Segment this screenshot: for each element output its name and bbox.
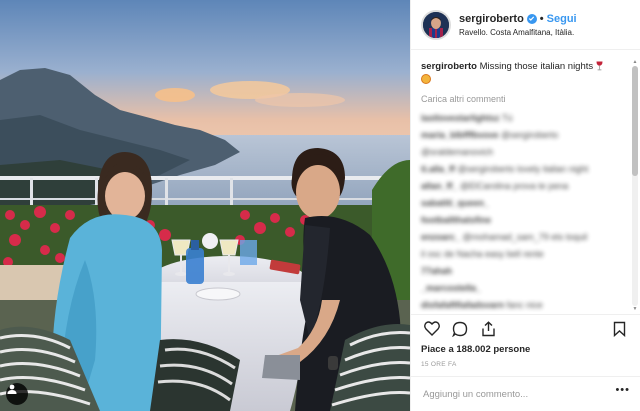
- comment-row: disfafaftfiafadsvarn fanc nice: [421, 299, 620, 311]
- comment-input[interactable]: [421, 387, 595, 401]
- comment-row: footballthatsfine: [421, 214, 620, 226]
- comment-row: @sraldemanovich: [421, 146, 620, 158]
- verified-badge-icon: [526, 13, 537, 24]
- header-top-row: sergiroberto • Segui: [459, 13, 577, 25]
- comment-text: @sergiroberto lovely italian night: [457, 164, 589, 174]
- header-text: sergiroberto • Segui Ravello. Costa Amal…: [459, 13, 577, 37]
- comment-row: allan_ff_ @ElCarolina prova te pena: [421, 180, 620, 192]
- bookmark-icon: [613, 321, 625, 337]
- post-actions: [411, 314, 640, 342]
- comment-row: maria_blbfffbvove @sergiroberto: [421, 129, 620, 141]
- comment-text: @sergiroberto: [501, 130, 559, 140]
- comment-username[interactable]: footballthatsfine: [421, 215, 491, 225]
- comment-username[interactable]: lastlovestarlightsz: [421, 113, 500, 123]
- heart-icon: [424, 321, 440, 336]
- comment-text: @ElCarolina prova te pena: [460, 181, 569, 191]
- comment-username[interactable]: 77ahah: [421, 266, 452, 276]
- comment-username[interactable]: disfafaftfiafadsvarn: [421, 300, 504, 310]
- caption-text: Missing those italian nights: [479, 61, 594, 72]
- comment-text: @sraldemanovich: [421, 147, 494, 157]
- header-separator: •: [539, 12, 544, 25]
- comment-bubble-icon: [452, 321, 468, 337]
- comment-username[interactable]: enzoarc_: [421, 232, 460, 242]
- tagged-user-icon[interactable]: [6, 383, 28, 405]
- caption-username[interactable]: sergiroberto: [421, 61, 477, 72]
- location-link[interactable]: Ravello. Costa Amalfitana, Itàlia.: [459, 28, 577, 37]
- wine-glass-emoji-icon: [596, 61, 603, 71]
- comments-list[interactable]: sergiroberto Missing those italian night…: [411, 60, 630, 312]
- comment-text: il osc de Nacha easy bell rente: [421, 249, 544, 259]
- load-more-comments-link[interactable]: Carica altri commenti: [421, 94, 620, 104]
- comment-row: il osc de Nacha easy bell rente: [421, 248, 620, 260]
- comment-row: 77ahah: [421, 265, 620, 277]
- post-caption: sergiroberto Missing those italian night…: [421, 60, 620, 86]
- share-button[interactable]: [477, 318, 499, 340]
- comment-row: _marcostella_: [421, 282, 620, 294]
- likes-count[interactable]: Piace a 188.002 persone: [421, 344, 530, 355]
- scroll-down-arrow-icon[interactable]: ▼: [632, 307, 638, 312]
- username-link[interactable]: sergiroberto: [459, 13, 524, 25]
- save-button[interactable]: [608, 318, 630, 340]
- post-timestamp[interactable]: 15 ORE FA: [421, 361, 457, 368]
- comment-text: @mohamad_sam_79 ets toquil: [462, 232, 588, 242]
- comment-button[interactable]: [449, 318, 471, 340]
- avatar-image: [423, 11, 449, 38]
- more-options-icon[interactable]: •••: [615, 384, 630, 396]
- pizza-emoji-icon: [421, 74, 431, 85]
- scroll-up-arrow-icon[interactable]: ▲: [632, 60, 638, 65]
- post-photo[interactable]: [0, 0, 410, 411]
- comment-row: lastlovestarlightsz Tú: [421, 112, 620, 124]
- comment-text: fanc nice: [506, 300, 543, 310]
- scroll-thumb[interactable]: [632, 66, 638, 176]
- photo-scene: [0, 0, 410, 411]
- comment-rows: lastlovestarlightsz Tú maria_blbfffbvove …: [421, 112, 620, 312]
- comment-text: Tú: [501, 113, 513, 123]
- post-sidebar: sergiroberto • Segui Ravello. Costa Amal…: [410, 0, 640, 411]
- comments-scrollbar[interactable]: ▲ ▼: [632, 60, 638, 312]
- avatar[interactable]: [421, 9, 451, 40]
- like-button[interactable]: [421, 318, 443, 340]
- instagram-post: sergiroberto • Segui Ravello. Costa Amal…: [0, 0, 640, 411]
- comment-username[interactable]: allan_ff_: [421, 181, 458, 191]
- follow-button[interactable]: Segui: [547, 13, 577, 25]
- comment-row: ti.alla_ff @sergiroberto lovely italian …: [421, 163, 620, 175]
- add-comment-section: [411, 376, 640, 411]
- comment-username[interactable]: _marcostella_: [421, 283, 481, 293]
- comment-username[interactable]: maria_blbfffbvove: [421, 130, 499, 140]
- comment-row: sabatiti_queen_: [421, 197, 620, 209]
- comment-username[interactable]: ti.alla_ff: [421, 164, 455, 174]
- share-upload-icon: [481, 320, 495, 336]
- post-header: sergiroberto • Segui Ravello. Costa Amal…: [411, 0, 640, 50]
- comment-username[interactable]: sabatiti_queen_: [421, 198, 489, 208]
- comment-row: enzoarc_ @mohamad_sam_79 ets toquil: [421, 231, 620, 243]
